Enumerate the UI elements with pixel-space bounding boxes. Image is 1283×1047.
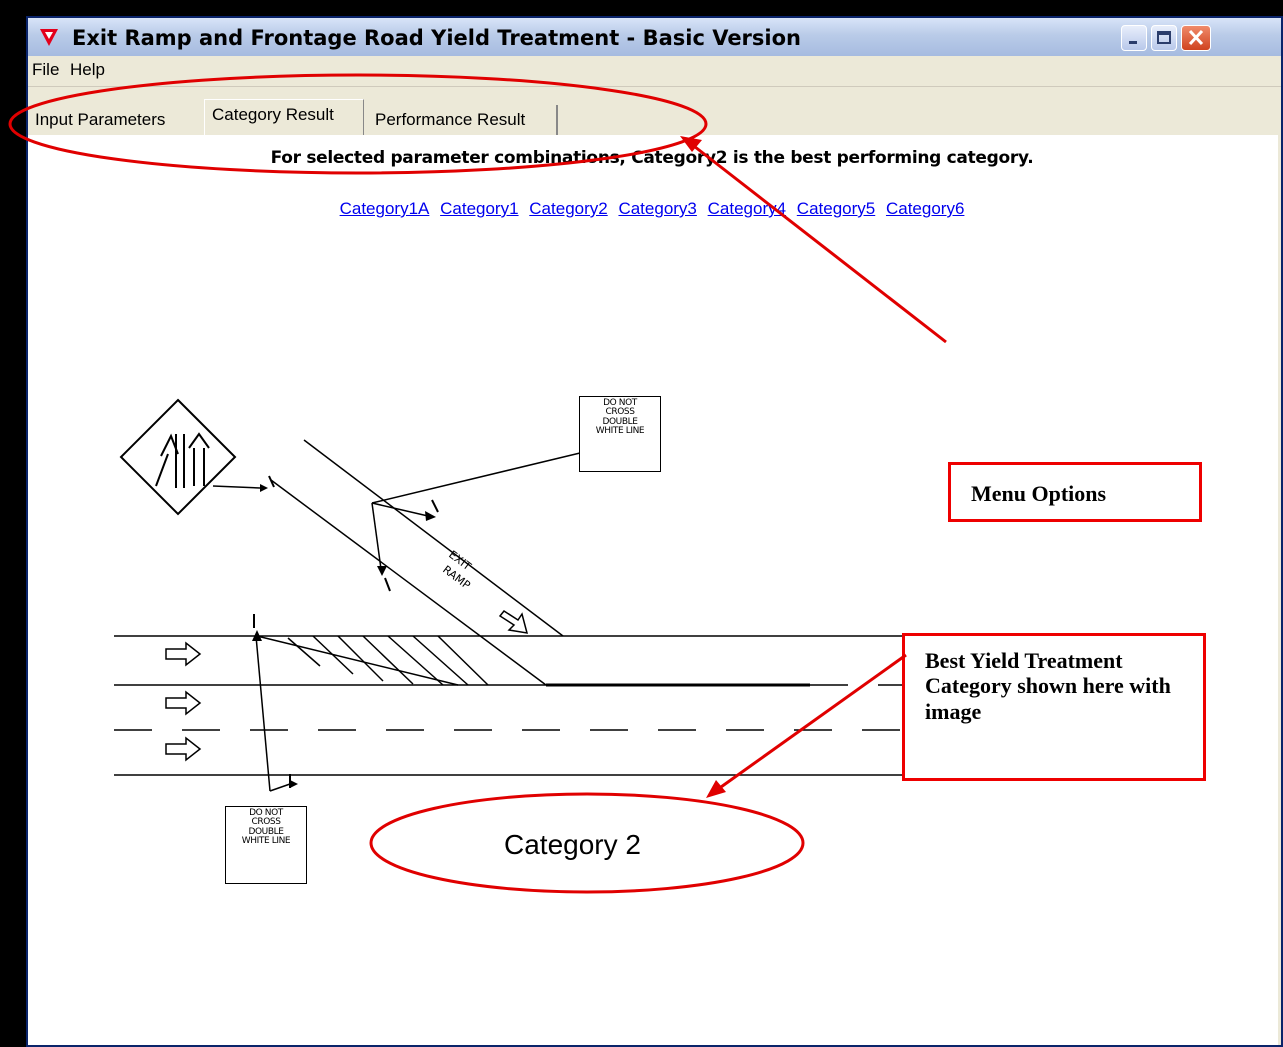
leader-line-bottom (255, 635, 271, 792)
link-category3[interactable]: Category3 (618, 199, 696, 218)
ramp-outer-edge (303, 439, 564, 637)
tab-category-result[interactable]: Category Result (204, 99, 364, 135)
tab-input-parameters[interactable]: Input Parameters (28, 105, 202, 135)
do-not-cross-sign-bottom: DO NOT CROSS DOUBLE WHITE LINE (225, 806, 307, 884)
close-button[interactable] (1181, 25, 1211, 51)
tab-strip: Input Parameters Category Result Perform… (28, 87, 1281, 135)
yield-treatment-diagram: EXIT RAMP (114, 398, 1048, 792)
leader-line (212, 485, 261, 489)
tab-content-panel: EXIT RAMP For selected parameter combina… (28, 135, 1278, 1045)
ramp-arrow (498, 610, 529, 634)
menu-bar: File Help (28, 56, 1281, 87)
leader-line-top-sign (371, 452, 581, 504)
menu-file[interactable]: File (32, 60, 59, 80)
link-category5[interactable]: Category5 (797, 199, 875, 218)
best-yield-callout: Best Yield Treatment Category shown here… (902, 633, 1206, 781)
do-not-cross-sign-top: DO NOT CROSS DOUBLE WHITE LINE (579, 396, 661, 472)
link-category2[interactable]: Category2 (529, 199, 607, 218)
lane-merge-sign (119, 398, 237, 516)
lane-arrow (165, 641, 202, 667)
gore-line (256, 635, 459, 686)
lane-arrow (165, 690, 202, 716)
category-label: Category 2 (504, 829, 641, 860)
application-window: Exit Ramp and Frontage Road Yield Treatm… (26, 16, 1283, 1047)
minimize-button[interactable] (1121, 25, 1147, 51)
maximize-button[interactable] (1151, 25, 1177, 51)
title-bar[interactable]: Exit Ramp and Frontage Road Yield Treatm… (28, 18, 1281, 56)
link-category1a[interactable]: Category1A (340, 199, 430, 218)
app-triangle-icon (40, 29, 58, 46)
close-icon (1188, 29, 1204, 46)
minimize-icon (1129, 41, 1137, 44)
category-links: Category1A Category1 Category2 Category3… (28, 199, 1276, 219)
lane-arrow (165, 736, 202, 762)
window-title: Exit Ramp and Frontage Road Yield Treatm… (72, 26, 801, 50)
gore-hatching (287, 635, 489, 686)
link-category6[interactable]: Category6 (886, 199, 964, 218)
maximize-icon (1157, 31, 1171, 44)
menu-options-callout: Menu Options (948, 462, 1202, 522)
link-category1[interactable]: Category1 (440, 199, 518, 218)
result-headline: For selected parameter combinations, Cat… (270, 148, 1034, 168)
tab-performance-result[interactable]: Performance Result (368, 105, 558, 135)
menu-help[interactable]: Help (70, 60, 105, 80)
link-category4[interactable]: Category4 (708, 199, 786, 218)
